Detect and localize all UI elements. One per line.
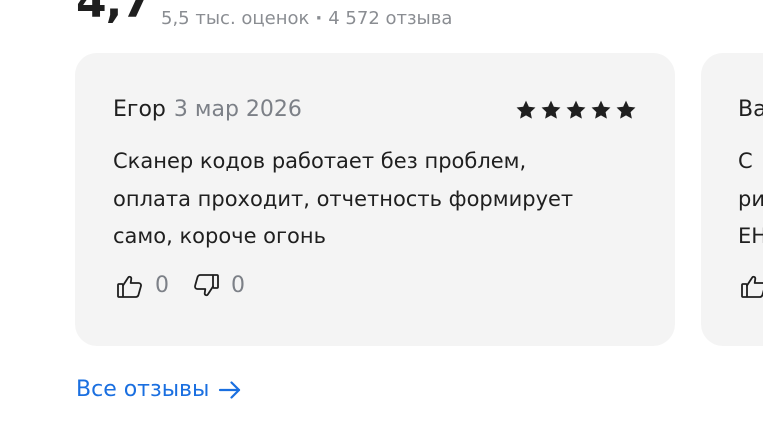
review-card: Ва С ри ЕН xyxy=(701,53,763,346)
review-text: С ри ЕН xyxy=(738,143,763,256)
rating-value: 4,7 xyxy=(76,0,152,28)
review-reactions: 0 0 xyxy=(115,271,245,301)
star-icon xyxy=(541,100,561,119)
ratings-count: 5,5 тыс. оценок xyxy=(161,8,310,29)
review-card: Егор 3 мар 2026 Сканер кодов работает без… xyxy=(75,53,675,346)
review-author: Ва xyxy=(738,97,763,122)
rating-meta: 5,5 тыс. оценок · 4 572 отзыва xyxy=(161,8,452,30)
meta-separator: · xyxy=(315,8,323,29)
like-button[interactable] xyxy=(739,271,763,301)
like-button[interactable]: 0 xyxy=(115,271,169,301)
thumbs-down-icon xyxy=(194,274,219,297)
thumbs-up-icon xyxy=(117,275,142,298)
reviews-section: 4,7 5,5 тыс. оценок · 4 572 отзыва Егор 3 м… xyxy=(0,0,763,434)
reviews-count: 4 572 отзыва xyxy=(328,8,453,29)
thumbs-up-icon xyxy=(741,275,763,298)
review-text-line: само, короче огонь xyxy=(113,224,327,248)
star-icon xyxy=(516,100,536,119)
like-count: 0 xyxy=(155,273,169,298)
arrow-right-icon xyxy=(219,381,241,399)
review-date: 3 мар 2026 xyxy=(173,97,302,122)
all-reviews-link[interactable]: Все отзывы xyxy=(76,374,243,406)
review-text-line: ЕН xyxy=(738,224,763,248)
review-reactions xyxy=(739,271,763,301)
all-reviews-label: Все отзывы xyxy=(76,377,210,402)
review-text-line: ри xyxy=(738,186,763,211)
review-text: Сканер кодов работает без проблем, оплат… xyxy=(113,143,613,256)
review-text-line: С xyxy=(738,149,753,173)
review-author: Егор xyxy=(113,97,166,122)
dislike-button[interactable]: 0 xyxy=(191,271,245,301)
dislike-count: 0 xyxy=(231,273,245,298)
star-icon xyxy=(616,100,636,119)
review-header: Егор 3 мар 2026 xyxy=(113,96,637,126)
review-text-line: Сканер кодов работает без проблем, xyxy=(113,149,527,173)
star-icon xyxy=(566,100,586,119)
star-icon xyxy=(591,100,611,119)
star-rating xyxy=(515,99,637,121)
review-text-line: оплата проходит, отчетность формирует xyxy=(113,186,574,211)
